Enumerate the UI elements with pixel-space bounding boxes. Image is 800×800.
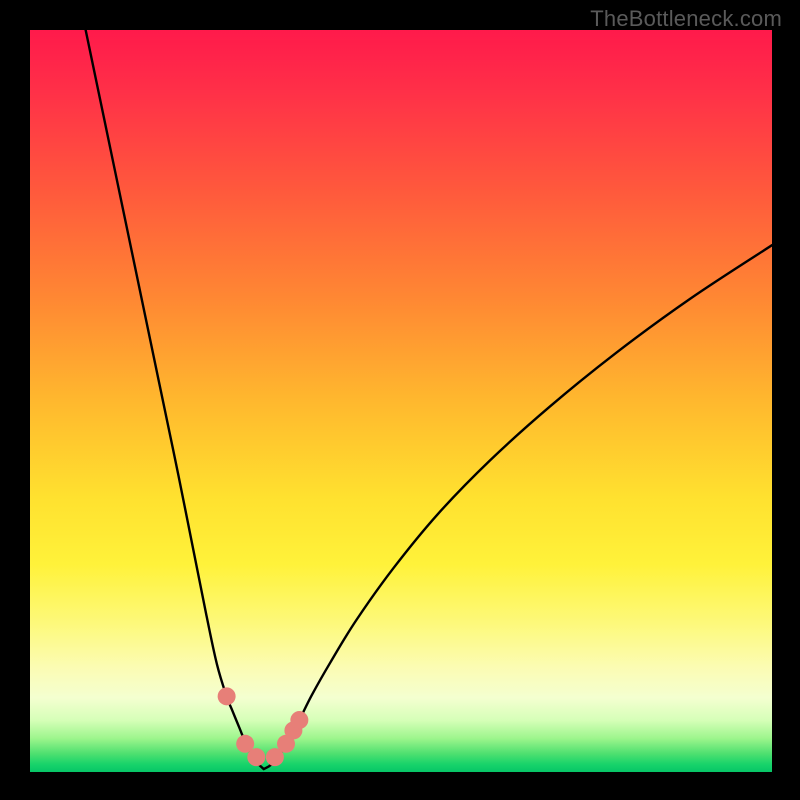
chart-stage: TheBottleneck.com (0, 0, 800, 800)
bottleneck-curve (86, 30, 772, 769)
highlight-points (218, 687, 309, 766)
curve-left-branch (86, 30, 264, 769)
plot-area (30, 30, 772, 772)
highlight-point (290, 711, 308, 729)
curves-layer (30, 30, 772, 772)
highlight-point (218, 687, 236, 705)
curve-right-branch (264, 245, 772, 769)
highlight-point (247, 748, 265, 766)
watermark-text: TheBottleneck.com (590, 6, 782, 32)
